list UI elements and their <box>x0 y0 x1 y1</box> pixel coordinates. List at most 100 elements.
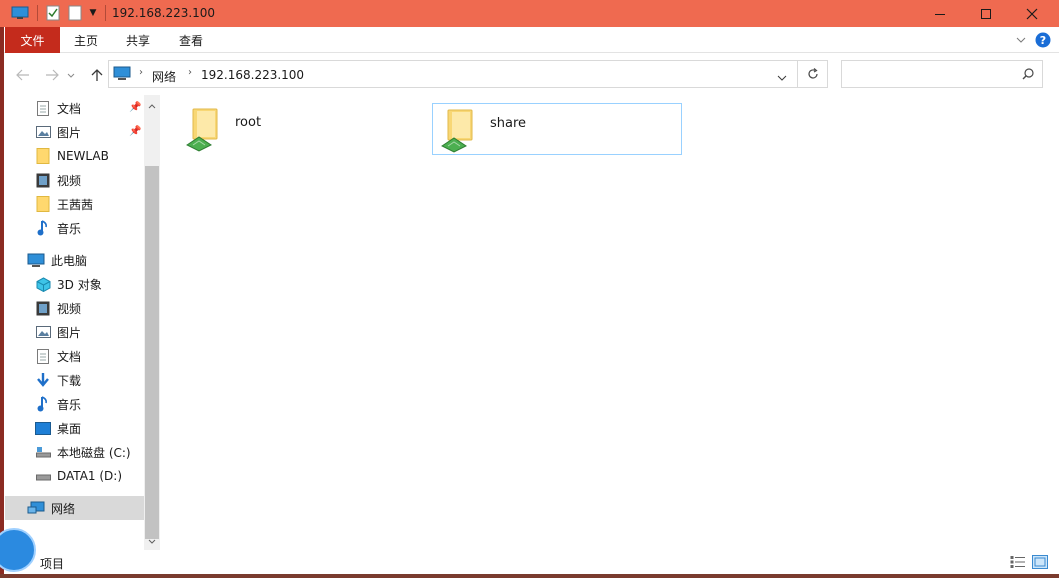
sidebar-item-network[interactable]: 网络 <box>5 496 144 520</box>
recent-locations-button[interactable] <box>64 64 78 86</box>
tab-view[interactable]: 查看 <box>169 27 213 53</box>
back-button[interactable] <box>12 64 34 86</box>
sidebar-item-drive-d[interactable]: DATA1 (D:) <box>35 464 149 488</box>
scroll-up-icon[interactable] <box>144 98 160 114</box>
sidebar-item-label: 下载 <box>57 373 82 388</box>
explorer-window: ▼ 192.168.223.100 文件 主页 共享 查看 ? › 网络 › 1… <box>0 0 1059 578</box>
document-icon <box>35 100 51 116</box>
taskbar-strip <box>0 574 1059 578</box>
shared-folder-icon <box>440 108 478 157</box>
video-icon <box>35 172 51 188</box>
navigation-scrollbar[interactable] <box>144 95 160 550</box>
help-icon[interactable]: ? <box>1034 27 1052 53</box>
new-folder-icon[interactable] <box>66 4 84 22</box>
sidebar-item-label: DATA1 (D:) <box>57 469 123 483</box>
pin-icon[interactable]: 📌 <box>129 102 141 113</box>
scroll-down-icon[interactable] <box>144 533 160 549</box>
music-icon <box>35 396 51 412</box>
search-input[interactable] <box>841 60 1043 88</box>
sidebar-item-label: 网络 <box>51 501 76 516</box>
close-button[interactable] <box>1009 0 1055 27</box>
sidebar-item-downloads[interactable]: 下载 <box>35 368 149 392</box>
sidebar-item-label: 桌面 <box>57 421 82 436</box>
computer-icon[interactable] <box>10 4 30 22</box>
drive-icon <box>35 468 51 484</box>
ribbon: 文件 主页 共享 查看 ? <box>0 27 1059 53</box>
toolbar-separator <box>104 4 108 22</box>
computer-icon <box>27 252 45 268</box>
folder-item[interactable]: root <box>178 103 428 155</box>
shared-folder-icon <box>185 107 223 156</box>
folder-item[interactable]: share <box>432 103 682 155</box>
3d-objects-icon <box>35 276 51 292</box>
navigation-pane: 文档 📌 图片 📌 NEWLAB 视频 王茜茜 音乐 此电脑 3D 对象 视频 … <box>5 95 160 550</box>
sidebar-item-label: 3D 对象 <box>57 277 102 292</box>
sidebar-item-label: 此电脑 <box>51 253 88 268</box>
sidebar-item-label: 文档 <box>57 101 82 116</box>
drive-icon <box>35 444 51 460</box>
music-icon <box>35 220 51 236</box>
sidebar-item-videos-pc[interactable]: 视频 <box>35 296 149 320</box>
sidebar-item-label: 音乐 <box>57 221 82 236</box>
sidebar-item-drive-c[interactable]: 本地磁盘 (C:) <box>35 440 149 464</box>
address-bar[interactable]: › 网络 › 192.168.223.100 <box>108 60 798 88</box>
scrollbar-thumb[interactable] <box>145 166 159 539</box>
item-count: 项目 <box>40 557 65 571</box>
sidebar-item-music[interactable]: 音乐 <box>35 216 149 240</box>
search-icon <box>1022 68 1034 83</box>
window-title: 192.168.223.100 <box>112 6 216 20</box>
desktop-icon <box>35 420 51 436</box>
sidebar-item-label: NEWLAB <box>57 149 109 163</box>
sidebar-item-videos[interactable]: 视频 <box>35 168 149 192</box>
sidebar-item-music-pc[interactable]: 音乐 <box>35 392 149 416</box>
status-bar: 项目 <box>0 552 1059 574</box>
folder-name: root <box>235 115 262 130</box>
download-icon <box>35 372 51 388</box>
sidebar-item-label: 图片 <box>57 125 82 140</box>
sidebar-item-newlab[interactable]: NEWLAB <box>35 144 149 168</box>
sidebar-item-label: 本地磁盘 (C:) <box>57 445 131 460</box>
details-view-icon[interactable] <box>1010 555 1026 572</box>
title-bar: ▼ 192.168.223.100 <box>0 0 1059 27</box>
address-row: › 网络 › 192.168.223.100 <box>0 54 1059 94</box>
breadcrumb-separator-icon: › <box>188 67 192 78</box>
folder-icon <box>35 196 51 212</box>
sidebar-item-wangxixi[interactable]: 王茜茜 <box>35 192 149 216</box>
network-icon <box>27 500 45 516</box>
breadcrumb-host[interactable]: 192.168.223.100 <box>201 68 304 82</box>
tab-home[interactable]: 主页 <box>64 27 108 53</box>
large-icons-view-icon[interactable] <box>1032 555 1048 572</box>
sidebar-item-desktop[interactable]: 桌面 <box>35 416 149 440</box>
svg-text:?: ? <box>1040 34 1046 47</box>
pin-icon[interactable]: 📌 <box>129 126 141 137</box>
maximize-button[interactable] <box>963 0 1009 27</box>
sidebar-item-label: 王茜茜 <box>57 197 94 212</box>
window-left-edge <box>0 27 4 578</box>
sidebar-item-3d-objects[interactable]: 3D 对象 <box>35 272 149 296</box>
toolbar-separator <box>36 4 40 22</box>
breadcrumb-network[interactable]: 网络 <box>152 68 176 85</box>
video-icon <box>35 300 51 316</box>
sidebar-item-pictures-pc[interactable]: 图片 <box>35 320 149 344</box>
picture-icon <box>35 324 51 340</box>
minimize-button[interactable] <box>917 0 963 27</box>
refresh-button[interactable] <box>797 60 828 88</box>
document-icon <box>35 348 51 364</box>
address-dropdown-icon[interactable] <box>777 70 787 84</box>
sidebar-item-label: 图片 <box>57 325 82 340</box>
tab-share[interactable]: 共享 <box>116 27 160 53</box>
forward-button[interactable] <box>41 64 63 86</box>
network-computer-icon <box>113 66 131 84</box>
sidebar-item-label: 视频 <box>57 173 82 188</box>
up-button[interactable] <box>86 64 108 86</box>
properties-icon[interactable] <box>44 4 62 22</box>
customize-toolbar-icon[interactable]: ▼ <box>86 4 100 22</box>
expand-ribbon-icon[interactable] <box>1012 27 1030 53</box>
sidebar-item-documents-pc[interactable]: 文档 <box>35 344 149 368</box>
sidebar-item-label: 文档 <box>57 349 82 364</box>
folder-icon <box>35 148 51 164</box>
folder-name: share <box>490 116 527 131</box>
sidebar-item-label: 视频 <box>57 301 82 316</box>
sidebar-item-this-pc[interactable]: 此电脑 <box>27 248 149 272</box>
tab-file[interactable]: 文件 <box>5 27 60 53</box>
